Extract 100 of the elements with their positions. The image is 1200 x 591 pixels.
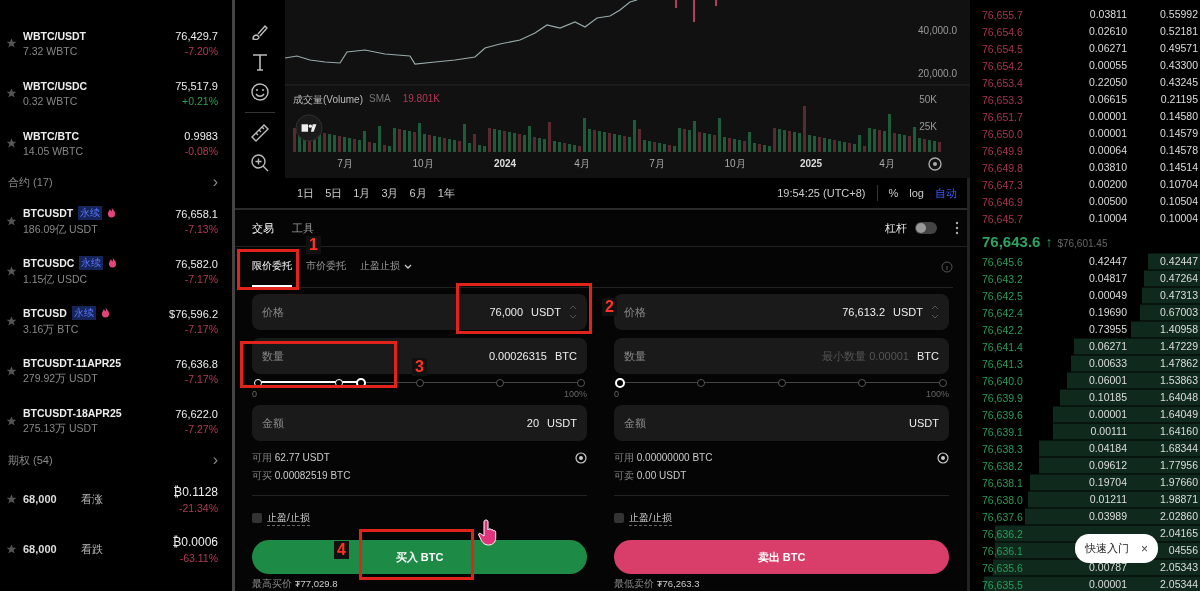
- max-text: 可卖 0.00 USDT: [614, 469, 687, 483]
- order-type-tab[interactable]: 止盈止损: [360, 247, 412, 287]
- quantity-cell: 0.06001: [1089, 375, 1127, 386]
- total-cell: 1.64160: [1160, 426, 1198, 437]
- strike-text[interactable]: 68,000: [23, 543, 81, 555]
- quantity-cell: 0.04817: [1089, 273, 1127, 284]
- quantity-cell: 0.19704: [1089, 477, 1127, 488]
- period-option[interactable]: 6月: [409, 185, 427, 201]
- sell-button[interactable]: 卖出 BTC: [614, 540, 949, 574]
- total-cell: 1.97660: [1160, 477, 1198, 488]
- scale-option[interactable]: log: [909, 187, 924, 199]
- section-title[interactable]: 期权 (54): [8, 452, 53, 468]
- total-cell: 1.77956: [1160, 460, 1198, 471]
- star-icon[interactable]: [6, 315, 17, 327]
- quick-start-popup[interactable]: 快速入门 ×: [1075, 534, 1158, 563]
- star-icon[interactable]: [6, 493, 17, 505]
- period-option[interactable]: 1日: [297, 185, 315, 201]
- quantity-cell: 0.01211: [1089, 494, 1127, 505]
- pair-name[interactable]: BTCUSDC: [23, 256, 75, 269]
- pair-name[interactable]: WBTC/BTC: [23, 129, 185, 142]
- add-icon[interactable]: [937, 452, 949, 464]
- quantity-cell: 0.04184: [1089, 443, 1127, 454]
- tab[interactable]: 工具: [292, 220, 314, 236]
- leverage-toggle[interactable]: [915, 222, 937, 234]
- checkbox[interactable]: [252, 513, 262, 523]
- section-title[interactable]: 合约 (17): [8, 174, 53, 190]
- price-text: 76,658.1: [175, 207, 218, 220]
- slider-max: 100%: [563, 389, 587, 399]
- quantity-cell: 0.10185: [1089, 392, 1127, 403]
- zoom-in-icon[interactable]: [250, 153, 270, 173]
- settings-icon[interactable]: [928, 157, 942, 171]
- total-cell: 0.47264: [1160, 273, 1198, 284]
- ask-price: 76,647.3: [982, 178, 1024, 191]
- logo-icon[interactable]: [295, 114, 323, 142]
- star-icon[interactable]: [6, 265, 17, 277]
- chevron-icon[interactable]: ›: [212, 451, 218, 469]
- total-cell: 1.68344: [1160, 443, 1198, 454]
- star-icon[interactable]: [6, 543, 17, 555]
- star-icon[interactable]: [6, 137, 17, 149]
- popup-label[interactable]: 快速入门: [1085, 541, 1129, 556]
- scale-option[interactable]: %: [888, 187, 899, 199]
- price-field[interactable]: 价格 76,613.2 USDT: [614, 294, 949, 330]
- pair-name[interactable]: BTCUSDT-18APR25: [23, 406, 122, 419]
- strike-text[interactable]: 68,000: [23, 493, 81, 505]
- total-cell: 2.04165: [1160, 528, 1198, 539]
- ruler-icon[interactable]: [250, 123, 270, 143]
- quantity-cell: 0.00111: [1090, 426, 1127, 437]
- pair-name[interactable]: BTCUSDT: [23, 206, 74, 219]
- chevron-icon[interactable]: ›: [212, 173, 218, 191]
- bid-price: 76,638.0: [982, 493, 1024, 506]
- bid-price: 76,640.0: [982, 374, 1024, 387]
- up-arrow: ↑: [1045, 234, 1053, 250]
- total-cell: 2.05343: [1160, 562, 1198, 573]
- amount-field[interactable]: 金额 USDT: [614, 405, 949, 441]
- checkbox-label[interactable]: 止盈/止损: [629, 510, 672, 526]
- period-option[interactable]: 3月: [381, 185, 399, 201]
- pair-name[interactable]: WBTC/USDC: [23, 79, 176, 92]
- tab[interactable]: 交易: [252, 220, 274, 236]
- pair-name[interactable]: BTCUSD: [23, 306, 67, 319]
- stepper-icon[interactable]: [569, 304, 577, 320]
- order-type-tab[interactable]: 限价委托: [252, 247, 292, 287]
- bid-price: 76,642.2: [982, 323, 1024, 336]
- quantity-slider[interactable]: [614, 378, 949, 388]
- price-text: ₿0.1128: [173, 484, 218, 499]
- total-cell: 1.64049: [1160, 409, 1198, 420]
- total-cell: 0.10504: [1160, 196, 1198, 207]
- add-icon[interactable]: [575, 452, 587, 464]
- scale-option[interactable]: 自动: [935, 185, 957, 201]
- leverage-label: 杠杆: [885, 220, 907, 236]
- checkbox-label[interactable]: 止盈/止损: [267, 510, 310, 526]
- amount-field[interactable]: 金额 20 USDT: [252, 405, 587, 441]
- quantity-cell: 0.10004: [1089, 213, 1127, 224]
- perpetual-tag: 永续: [79, 255, 104, 270]
- close-icon[interactable]: ×: [1141, 541, 1148, 556]
- more-icon[interactable]: [955, 221, 959, 235]
- star-icon[interactable]: [6, 87, 17, 99]
- star-icon[interactable]: [6, 37, 17, 49]
- quantity-cell: 0.42447: [1089, 256, 1127, 267]
- bid-price: 76,643.2: [982, 272, 1024, 285]
- stepper-icon[interactable]: [931, 304, 939, 320]
- star-icon[interactable]: [6, 215, 17, 227]
- checkbox[interactable]: [614, 513, 624, 523]
- depth-bar: [1148, 253, 1200, 270]
- quantity-cell: 0.00001: [1089, 579, 1127, 590]
- pair-name[interactable]: BTCUSDT-11APR25: [23, 356, 122, 369]
- period-option[interactable]: 1月: [353, 185, 371, 201]
- quantity-cell: 0.06271: [1089, 43, 1127, 54]
- brush-icon[interactable]: [250, 22, 270, 42]
- period-option[interactable]: 5日: [325, 185, 343, 201]
- caret-icon[interactable]: [404, 263, 412, 269]
- info-icon[interactable]: [941, 261, 953, 273]
- period-option[interactable]: 1年: [437, 185, 455, 201]
- total-cell: 1.64048: [1160, 392, 1198, 403]
- star-icon[interactable]: [6, 365, 17, 377]
- text-tool-icon[interactable]: [250, 52, 270, 72]
- quantity-cell: 0.00064: [1089, 145, 1127, 156]
- pair-name[interactable]: WBTC/USDT: [23, 29, 176, 42]
- star-icon[interactable]: [6, 415, 17, 427]
- smiley-icon[interactable]: [250, 82, 270, 102]
- price-field[interactable]: 价格 76,000 USDT: [252, 294, 587, 330]
